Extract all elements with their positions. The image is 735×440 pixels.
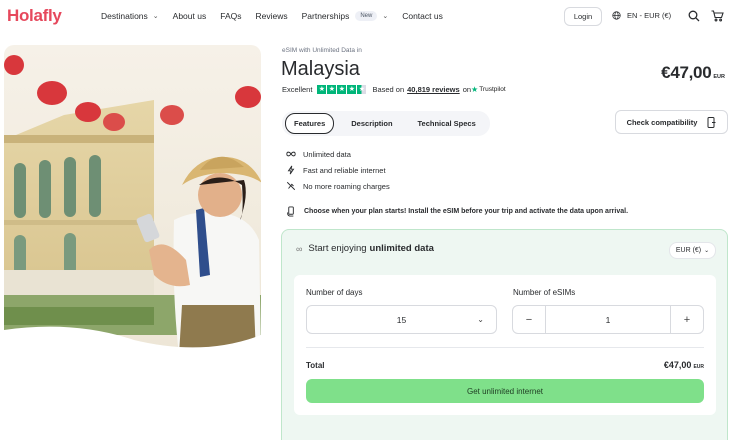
trustpilot-star-icon: ★ xyxy=(471,85,479,94)
feature-item: Fast and reliable internet xyxy=(286,162,390,178)
nav-destinations-label: Destinations xyxy=(101,11,148,21)
decrement-button[interactable]: − xyxy=(513,306,546,333)
total-amount: €47,00 xyxy=(663,360,692,370)
star-icon: ★ xyxy=(337,85,347,94)
chevron-down-icon: ⌄ xyxy=(382,13,389,20)
reviews-on: on xyxy=(462,85,472,94)
main-nav: Destinations ⌄ About us FAQs Reviews Par… xyxy=(101,11,457,21)
feature-item: Unlimited data xyxy=(286,146,390,162)
plan-options: Number of days Number of eSIMs 15 ⌄ − 1 … xyxy=(294,275,716,415)
tab-technical-specs[interactable]: Technical Specs xyxy=(410,114,484,133)
login-button[interactable]: Login xyxy=(564,7,602,26)
get-unlimited-internet-button[interactable]: Get unlimited internet xyxy=(306,379,704,403)
total-currency: EUR xyxy=(693,364,704,370)
feature-text: Unlimited data xyxy=(303,149,351,159)
star-icon: ★ xyxy=(347,85,357,94)
check-compatibility-button[interactable]: Check compatibility xyxy=(615,110,728,134)
nav-about[interactable]: About us xyxy=(173,11,207,21)
plan-heading: ∞ Start enjoying unlimited data xyxy=(296,243,434,254)
currency-select-value: EUR (€) xyxy=(675,247,702,254)
phone-check-icon xyxy=(707,116,716,128)
nav-reviews[interactable]: Reviews xyxy=(255,11,287,21)
esims-stepper: − 1 + xyxy=(512,305,704,334)
days-value: 15 xyxy=(396,314,407,325)
no-roaming-icon xyxy=(286,181,296,191)
nav-faqs[interactable]: FAQs xyxy=(220,11,241,21)
lightning-icon xyxy=(287,165,295,175)
site-header: Holafly Destinations ⌄ About us FAQs Rev… xyxy=(0,0,735,34)
infinity-icon: ∞ xyxy=(296,243,303,254)
hand-phone-icon xyxy=(287,206,294,217)
nav-contact[interactable]: Contact us xyxy=(402,11,443,21)
days-label: Number of days xyxy=(306,288,363,297)
globe-icon xyxy=(612,11,621,20)
page-title: Malaysia xyxy=(281,58,360,80)
trustpilot-rating: Excellent ★ ★ ★ ★ ★ Based on 40,819 revi… xyxy=(282,85,506,94)
trustpilot-label: Trustpilot xyxy=(479,86,506,93)
total-price: €47,00 EUR xyxy=(664,360,704,370)
tab-description[interactable]: Description xyxy=(343,114,400,133)
star-icon: ★ xyxy=(317,85,327,94)
product-kicker: eSIM with Unlimited Data in xyxy=(282,47,362,54)
days-select[interactable]: 15 ⌄ xyxy=(306,305,497,334)
increment-button[interactable]: + xyxy=(670,306,703,333)
reviews-link[interactable]: 40,819 reviews xyxy=(407,85,460,94)
currency-select[interactable]: EUR (€) ⌄ xyxy=(669,242,716,259)
chevron-down-icon: ⌄ xyxy=(477,315,484,324)
rating-label: Excellent xyxy=(282,85,313,94)
check-compatibility-label: Check compatibility xyxy=(626,117,698,127)
nav-partnerships[interactable]: Partnerships New ⌄ xyxy=(301,11,389,21)
language-label: EN - EUR (€) xyxy=(627,11,672,20)
new-badge: New xyxy=(355,11,378,21)
feature-text: No more roaming charges xyxy=(303,181,390,191)
language-selector[interactable]: EN - EUR (€) xyxy=(612,11,671,20)
star-icon: ★ xyxy=(327,85,337,94)
infinity-icon xyxy=(286,151,296,157)
price-amount: €47,00 xyxy=(661,63,712,82)
plan-heading-prefix: Start enjoying xyxy=(308,243,367,254)
holafly-logo[interactable]: Holafly xyxy=(7,6,62,26)
plan-heading-bold: unlimited data xyxy=(369,243,434,254)
trustpilot-logo: ★ Trustpilot xyxy=(471,85,506,94)
activation-note: Choose when your plan starts! Install th… xyxy=(286,206,628,217)
rating-stars: ★ ★ ★ ★ ★ xyxy=(317,85,367,94)
feature-item: No more roaming charges xyxy=(286,178,390,194)
price-currency: EUR xyxy=(713,74,725,80)
chevron-down-icon: ⌄ xyxy=(152,13,159,20)
chevron-down-icon: ⌄ xyxy=(704,248,710,254)
feature-text: Fast and reliable internet xyxy=(303,165,386,175)
esims-value: 1 xyxy=(605,314,611,325)
nav-partnerships-label: Partnerships xyxy=(301,11,350,21)
tab-features[interactable]: Features xyxy=(285,113,335,134)
esims-label: Number of eSIMs xyxy=(513,288,576,297)
traveler-photo xyxy=(4,45,261,355)
search-icon[interactable] xyxy=(688,10,700,22)
plan-card: ∞ Start enjoying unlimited data EUR (€) … xyxy=(281,229,728,440)
nav-destinations[interactable]: Destinations ⌄ xyxy=(101,11,159,21)
product-price: €47,00 EUR xyxy=(661,63,725,83)
features-list: Unlimited data Fast and reliable interne… xyxy=(286,146,390,194)
cart-icon[interactable] xyxy=(711,10,724,22)
product-tabs: Features Description Technical Specs xyxy=(282,111,490,136)
activation-note-text: Choose when your plan starts! Install th… xyxy=(304,208,629,215)
star-half-icon: ★ xyxy=(357,85,367,94)
total-label: Total xyxy=(306,361,325,370)
reviews-prefix: Based on xyxy=(372,85,405,94)
divider xyxy=(306,347,704,348)
hero-image xyxy=(4,45,261,355)
